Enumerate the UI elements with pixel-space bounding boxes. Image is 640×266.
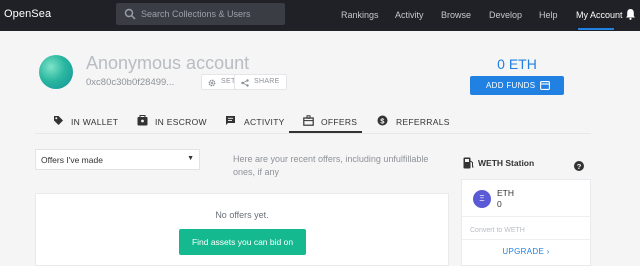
- tab-in-wallet[interactable]: IN WALLET: [53, 110, 123, 134]
- divider: [462, 239, 590, 240]
- eth-balance: 0 ETH: [497, 56, 537, 72]
- offers-hint: Here are your recent offers, including u…: [233, 154, 429, 177]
- add-funds-label: ADD FUNDS: [486, 81, 536, 90]
- caret-down-icon: ▼: [187, 155, 194, 162]
- tab-referrals[interactable]: $ REFERRALS: [377, 110, 450, 134]
- token-amount: 0: [497, 199, 502, 209]
- search-placeholder: Search Collections & Users: [141, 9, 251, 19]
- share-label: SHARE: [254, 78, 280, 85]
- divider: [462, 216, 590, 217]
- tab-in-escrow[interactable]: IN ESCROW: [137, 110, 212, 134]
- top-nav: OpenSea Search Collections & Users Ranki…: [0, 0, 640, 31]
- gas-station-icon: [463, 157, 474, 169]
- tab-label: IN ESCROW: [155, 117, 207, 127]
- avatar: [39, 55, 73, 89]
- tab-label: REFERRALS: [396, 117, 450, 127]
- eth-token-icon: Ξ: [473, 190, 491, 208]
- tabs-divider: [35, 133, 591, 134]
- nav-link-activity[interactable]: Activity: [395, 10, 424, 20]
- eth-symbol: Ξ: [479, 194, 485, 203]
- tag-icon: [54, 116, 63, 125]
- nav-link-browse[interactable]: Browse: [441, 10, 471, 20]
- nav-active-indicator: [578, 28, 614, 30]
- search-bar[interactable]: Search Collections & Users: [116, 3, 285, 25]
- search-icon: [124, 8, 136, 20]
- wallet-address[interactable]: 0xc80c30b0f28499...: [86, 77, 174, 88]
- logo[interactable]: OpenSea: [4, 8, 51, 20]
- escrow-icon: [137, 115, 148, 126]
- weth-station-title: WETH Station: [478, 158, 535, 168]
- svg-text:?: ?: [577, 162, 582, 171]
- offers-icon: [303, 115, 314, 126]
- offers-filter-value: Offers I've made: [41, 155, 103, 165]
- share-icon: [241, 79, 249, 87]
- tab-activity[interactable]: ACTIVITY: [225, 110, 285, 134]
- tab-label: ACTIVITY: [244, 117, 285, 127]
- dollar-icon: $: [377, 115, 388, 126]
- offers-empty-card: No offers yet. Find assets you can bid o…: [35, 193, 449, 266]
- nav-link-help[interactable]: Help: [539, 10, 558, 20]
- account-tabs: IN WALLET IN ESCROW ACTIVITY OFFERS $ RE…: [0, 110, 640, 134]
- convert-to-weth-input[interactable]: [470, 223, 582, 237]
- offers-filter-select[interactable]: Offers I've made ▼: [35, 149, 200, 170]
- empty-state-text: No offers yet.: [215, 210, 269, 220]
- gear-icon: [208, 79, 216, 87]
- tab-label: IN WALLET: [71, 117, 119, 127]
- profile-header: Anonymous account 0xc80c30b0f28499... SE…: [0, 31, 640, 110]
- add-funds-button[interactable]: ADD FUNDS: [470, 76, 564, 95]
- help-icon[interactable]: ?: [574, 161, 584, 171]
- nav-link-rankings[interactable]: Rankings: [341, 10, 379, 20]
- weth-station-card: Ξ ETH 0 UPGRADE ›: [461, 179, 591, 266]
- upgrade-button[interactable]: UPGRADE ›: [462, 247, 590, 256]
- find-assets-button[interactable]: Find assets you can bid on: [179, 229, 306, 255]
- nav-link-develop[interactable]: Develop: [489, 10, 522, 20]
- nav-link-my-account[interactable]: My Account: [576, 10, 623, 20]
- bell-icon[interactable]: [625, 8, 636, 20]
- activity-icon: [226, 116, 235, 125]
- card-icon: [540, 81, 550, 90]
- share-button[interactable]: SHARE: [234, 74, 287, 90]
- tab-label: OFFERS: [321, 117, 358, 127]
- token-name: ETH: [497, 188, 514, 198]
- account-name: Anonymous account: [86, 53, 250, 73]
- svg-text:$: $: [380, 116, 385, 125]
